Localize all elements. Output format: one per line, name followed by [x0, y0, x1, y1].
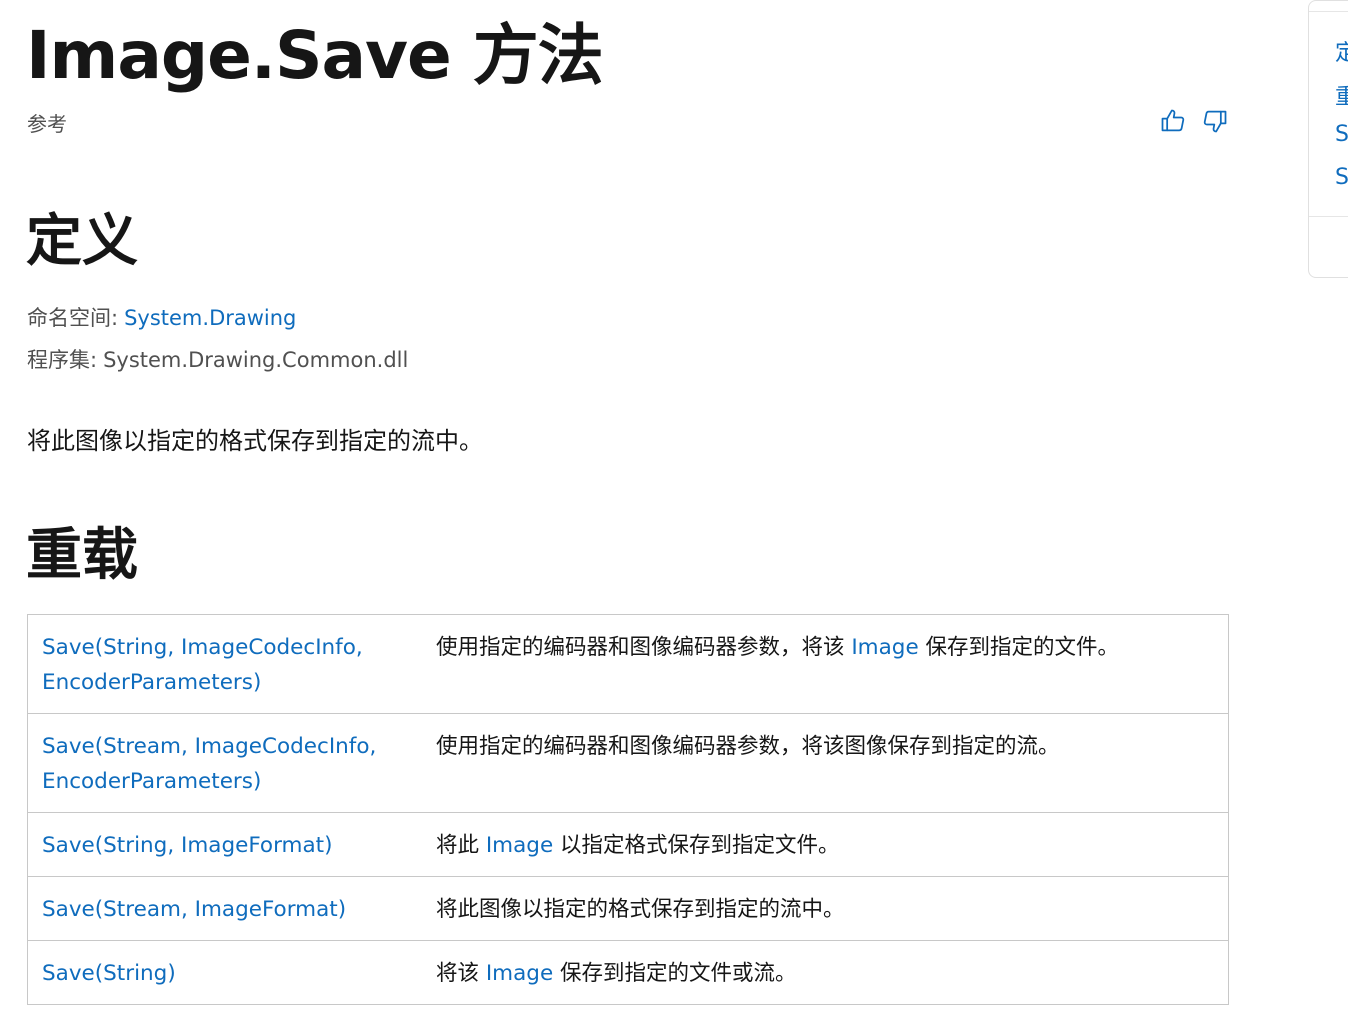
overload-signature-cell: Save(Stream, ImageFormat) [27, 876, 422, 941]
overload-signature-line: EncoderParameters) [42, 670, 262, 695]
table-row: Save(String) 将该 Image 保存到指定的文件或流。 [27, 940, 1229, 1005]
table-row: Save(String, ImageFormat) 将此 Image 以指定格式保… [27, 812, 1229, 877]
assembly-value: System.Drawing.Common.dll [103, 348, 409, 372]
table-row: Save(Stream, ImageCodecInfo, EncoderParam… [27, 713, 1229, 813]
overload-description: 以指定格式保存到指定文件。 [553, 833, 840, 858]
overload-description: 保存到指定的文件。 [918, 635, 1120, 660]
toc-header-divider [1309, 1, 1348, 12]
namespace-link[interactable]: System.Drawing [124, 306, 296, 330]
overload-signature-line: Save(String, ImageFormat) [42, 833, 333, 858]
overload-description: 将该 [436, 961, 486, 986]
overload-description-cell: 将此图像以指定的格式保存到指定的流中。 [422, 876, 1229, 941]
table-row: Save(Stream, ImageFormat) 将此图像以指定的格式保存到指定… [27, 876, 1229, 941]
docs-page: Image.Save 方法 参考 定义 命名空间: System.Drawing … [0, 0, 1348, 1031]
overload-link[interactable]: Save(Stream, ImageCodecInfo, EncoderParam… [42, 734, 376, 794]
toc-item-save-2[interactable]: S [1335, 165, 1348, 190]
page-title: Image.Save 方法 [26, 17, 604, 94]
overload-signature-line: Save(Stream, ImageCodecInfo, [42, 734, 377, 759]
assembly-label: 程序集: [27, 348, 98, 372]
thumbs-down-icon [1203, 110, 1227, 133]
method-summary: 将此图像以指定的格式保存到指定的流中。 [27, 427, 483, 455]
overloads-heading: 重载 [26, 523, 138, 588]
toc-item-definition[interactable]: 定 [1335, 35, 1348, 67]
overload-signature-cell: Save(String) [27, 940, 422, 1005]
overload-description: 保存到指定的文件或流。 [553, 961, 797, 986]
table-of-contents: 定 重 S S [1308, 0, 1348, 278]
like-button[interactable] [1158, 106, 1188, 136]
image-class-link[interactable]: Image [486, 961, 553, 986]
overload-signature-line: Save(String, ImageCodecInfo, [42, 635, 363, 660]
image-class-link[interactable]: Image [851, 635, 918, 660]
overload-signature-cell: Save(String, ImageCodecInfo, EncoderParam… [28, 615, 423, 714]
toc-item-overloads[interactable]: 重 [1335, 79, 1348, 111]
overload-description-cell: 将此 Image 以指定格式保存到指定文件。 [422, 812, 1229, 877]
overload-description: 使用指定的编码器和图像编码器参数，将该 [436, 635, 852, 660]
assembly-row: 程序集: System.Drawing.Common.dll [27, 345, 408, 375]
overload-description-cell: 使用指定的编码器和图像编码器参数，将该 Image 保存到指定的文件。 [422, 615, 1229, 714]
feedback-controls [1158, 106, 1230, 136]
table-row: Save(String, ImageCodecInfo, EncoderParam… [28, 615, 1229, 714]
overload-signature-line: EncoderParameters) [42, 769, 262, 794]
overload-link[interactable]: Save(String, ImageCodecInfo, EncoderParam… [42, 635, 363, 695]
toc-footer-divider [1309, 216, 1348, 217]
overload-signature-cell: Save(Stream, ImageCodecInfo, EncoderParam… [27, 713, 422, 813]
overload-signature-cell: Save(String, ImageFormat) [27, 812, 422, 877]
overload-description: 将此图像以指定的格式保存到指定的流中。 [436, 897, 845, 922]
namespace-label: 命名空间: [27, 306, 119, 330]
overload-signature-line: Save(Stream, ImageFormat) [42, 897, 347, 922]
overload-description-cell: 将该 Image 保存到指定的文件或流。 [422, 940, 1229, 1005]
overload-description: 使用指定的编码器和图像编码器参数，将该图像保存到指定的流。 [436, 734, 1060, 759]
overload-description: 将此 [436, 833, 486, 858]
overloads-table: Save(String, ImageCodecInfo, EncoderParam… [27, 614, 1229, 1005]
overload-signature-line: Save(String) [42, 961, 176, 986]
overload-link[interactable]: Save(Stream, ImageFormat) [42, 897, 346, 922]
toc-item-save-1[interactable]: S [1335, 122, 1348, 147]
definition-heading: 定义 [26, 209, 138, 274]
namespace-row: 命名空间: System.Drawing [27, 303, 296, 333]
thumbs-up-icon [1161, 109, 1185, 132]
reference-label: 参考 [27, 112, 67, 136]
overload-link[interactable]: Save(String, ImageFormat) [42, 833, 332, 858]
overload-description-cell: 使用指定的编码器和图像编码器参数，将该图像保存到指定的流。 [422, 713, 1229, 813]
dislike-button[interactable] [1200, 106, 1230, 136]
overload-link[interactable]: Save(String) [42, 961, 176, 986]
image-class-link[interactable]: Image [486, 833, 553, 858]
